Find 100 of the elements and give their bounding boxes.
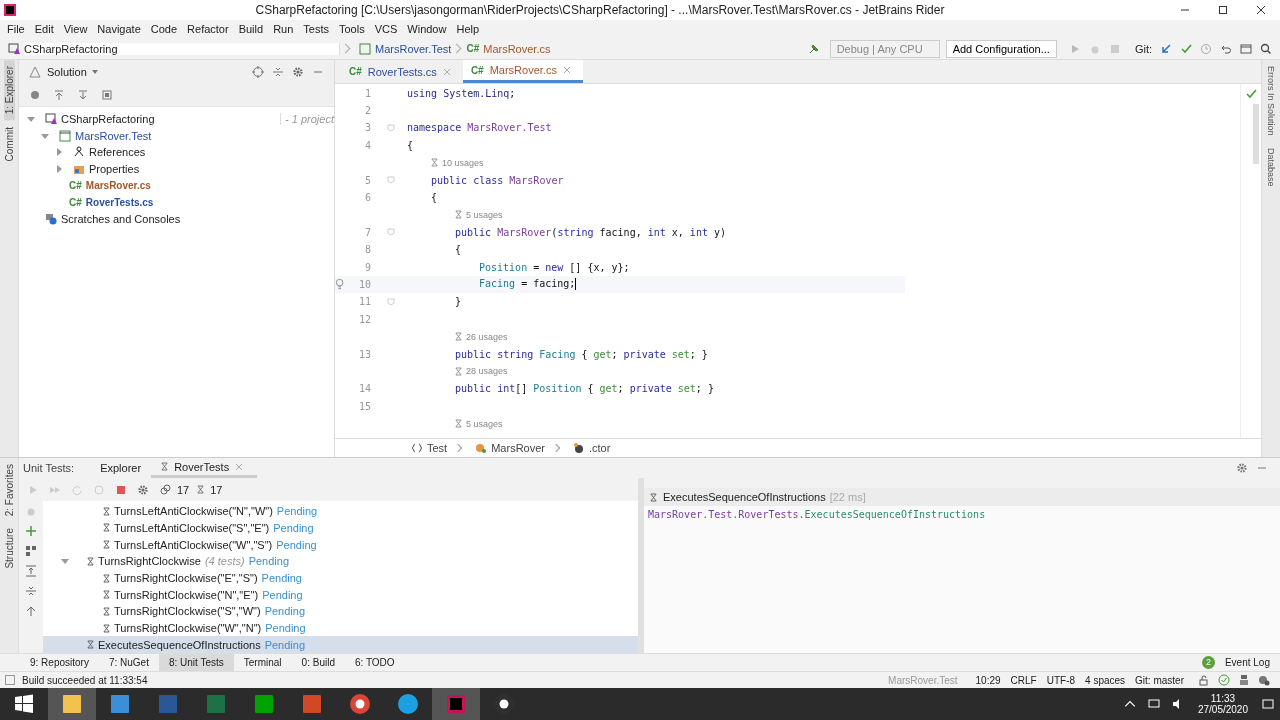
expand-all-icon[interactable] <box>25 564 37 577</box>
expand-arrow-icon[interactable] <box>41 131 49 140</box>
tool-window-tab[interactable]: Structure <box>3 522 15 575</box>
search-icon[interactable] <box>1260 42 1272 55</box>
clock-time[interactable]: 11:33 <box>1210 693 1236 704</box>
memory-icon[interactable] <box>1258 674 1270 687</box>
usages-hint[interactable]: 10 usages <box>442 157 484 168</box>
settings-icon[interactable] <box>292 66 304 79</box>
tree-item[interactable]: Properties <box>89 162 140 175</box>
tool-window-button[interactable]: 7: NuGet <box>98 654 159 672</box>
test-row[interactable]: TurnsRightClockwise("W","N") Pending <box>43 619 638 637</box>
tool-window-tab[interactable]: Errors In Solution <box>1266 60 1276 142</box>
tool-window-button[interactable]: 8: Unit Tests <box>158 654 234 672</box>
tool-window-tab[interactable]: Commit <box>3 120 15 168</box>
tree-item[interactable]: RoverTests.cs <box>85 196 154 208</box>
breadcrumb[interactable]: CSharpRefactoring <box>24 42 340 55</box>
add-icon[interactable] <box>25 524 37 537</box>
tree-item[interactable]: MarsRover.cs <box>85 180 151 192</box>
usages-hint[interactable]: 26 usages <box>466 331 508 342</box>
usages-hint[interactable]: 28 usages <box>466 366 508 377</box>
checkmark-icon[interactable] <box>1218 674 1230 687</box>
menu-item[interactable]: Tools <box>334 22 370 35</box>
tree-item[interactable]: MarsRover.Test <box>75 129 152 142</box>
checkmark-icon[interactable] <box>1180 42 1192 55</box>
tree-item[interactable]: CSharpRefactoring <box>61 112 282 125</box>
session-tab[interactable]: RoverTests <box>151 458 258 479</box>
status-item[interactable]: Git: master <box>1135 674 1184 686</box>
expand-arrow-icon[interactable] <box>61 557 69 566</box>
expand-arrow-icon[interactable] <box>55 164 63 173</box>
lightbulb-icon[interactable] <box>335 278 345 291</box>
fold-marker-icon[interactable] <box>387 123 395 132</box>
notifications-icon[interactable] <box>1262 698 1274 710</box>
tool-window-tab[interactable]: 2: Favorites <box>3 458 15 523</box>
test-row[interactable]: TurnsLeftAntiClockwise("S","E") Pending <box>43 519 638 537</box>
fold-marker-icon[interactable] <box>387 297 395 306</box>
breadcrumb[interactable]: MarsRover.cs <box>483 42 551 55</box>
session-tab[interactable]: Explorer <box>90 458 152 479</box>
status-item[interactable]: 4 spaces <box>1085 674 1126 686</box>
menu-item[interactable]: Edit <box>29 22 59 35</box>
upload-icon[interactable] <box>53 89 65 102</box>
test-row[interactable]: TurnsLeftAntiClockwise("W","S") Pending <box>43 536 638 553</box>
breadcrumb[interactable]: MarsRover.Test <box>375 42 452 55</box>
usages-hint[interactable]: 5 usages <box>466 418 503 429</box>
menu-item[interactable]: Help <box>451 22 485 35</box>
window-icon[interactable] <box>1240 42 1252 55</box>
clock-date[interactable]: 27/05/2020 <box>1197 704 1248 715</box>
tool-window-tab[interactable]: 1: Explorer <box>3 60 15 121</box>
up-arrow-icon[interactable] <box>25 604 37 617</box>
tree-item[interactable]: References <box>89 146 146 159</box>
inspector-icon[interactable] <box>1238 674 1250 687</box>
status-item[interactable]: 10:29 <box>975 674 1001 686</box>
expand-arrow-icon[interactable] <box>27 114 35 123</box>
test-row[interactable]: TurnsRightClockwise (4 tests) Pending <box>43 553 638 570</box>
collapse-all-icon[interactable] <box>25 584 37 597</box>
settings-icon[interactable] <box>1236 462 1248 475</box>
start-icon[interactable] <box>14 694 34 714</box>
close-icon[interactable] <box>1256 4 1266 15</box>
breadcrumb[interactable]: .ctor <box>589 442 611 455</box>
test-row[interactable]: TurnsRightClockwise("E","S") Pending <box>43 569 638 587</box>
tool-window-button[interactable]: Terminal <box>233 654 292 672</box>
menu-item[interactable]: Navigate <box>92 22 146 35</box>
fold-marker-icon[interactable] <box>387 176 395 185</box>
menu-item[interactable]: VCS <box>369 22 403 35</box>
tool-window-button[interactable]: 0: Build <box>291 654 345 672</box>
group-icon[interactable] <box>25 544 37 557</box>
editor-tab[interactable]: C# MarsRover.cs <box>462 60 583 84</box>
settings-icon[interactable] <box>137 483 149 496</box>
test-row[interactable]: TurnsRightClockwise("S","W") Pending <box>43 603 638 620</box>
test-row[interactable]: TurnsLeftAntiClockwise("N","W") Pending <box>43 502 638 520</box>
collapse-icon[interactable] <box>272 66 284 79</box>
tool-window-tab[interactable]: Database <box>1266 142 1276 193</box>
maximize-icon[interactable] <box>1218 4 1228 15</box>
stop-icon[interactable] <box>115 483 127 496</box>
breadcrumb[interactable]: Test <box>427 442 448 455</box>
menu-item[interactable]: File <box>2 22 30 35</box>
expand-arrow-icon[interactable] <box>55 148 63 157</box>
tree-item[interactable]: Scratches and Consoles <box>61 212 181 225</box>
menu-item[interactable]: Code <box>145 22 183 35</box>
panel-toggle-icon[interactable] <box>4 674 16 687</box>
add-configuration-button[interactable]: Add Configuration... <box>945 39 1057 58</box>
preview-icon[interactable] <box>101 89 113 102</box>
network-icon[interactable] <box>1147 698 1160 710</box>
test-row[interactable]: ExecutesSequenceOfInstructions Pending <box>43 636 638 654</box>
menu-item[interactable]: Tests <box>298 22 334 35</box>
tool-window-button[interactable]: 9: Repository <box>20 654 99 672</box>
download-icon[interactable] <box>77 89 89 102</box>
menu-item[interactable]: Refactor <box>182 22 234 35</box>
fold-marker-icon[interactable] <box>387 228 395 237</box>
menu-item[interactable]: Window <box>402 22 452 35</box>
breadcrumb[interactable]: MarsRover <box>491 442 545 455</box>
hammer-icon[interactable] <box>807 42 820 55</box>
menu-item[interactable]: Run <box>268 22 299 35</box>
history-icon[interactable] <box>1200 42 1212 55</box>
panel-title[interactable]: Solution <box>47 66 87 79</box>
update-icon[interactable] <box>1160 42 1172 55</box>
lock-icon[interactable] <box>1198 674 1210 687</box>
locate-icon[interactable] <box>252 66 264 79</box>
test-row[interactable]: TurnsRightClockwise("N","E") Pending <box>43 586 638 604</box>
event-log-button[interactable]: Event Log <box>1214 654 1280 672</box>
menu-item[interactable]: View <box>58 22 93 35</box>
